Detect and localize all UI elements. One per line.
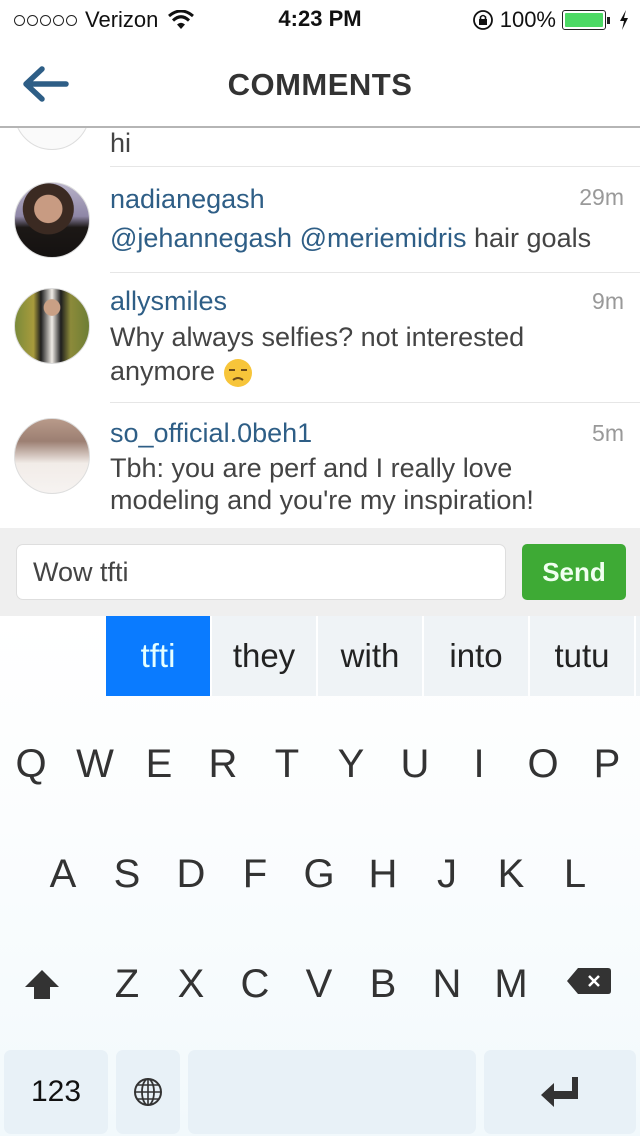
- key[interactable]: Q: [4, 734, 58, 794]
- key[interactable]: C: [228, 954, 282, 1014]
- comment-username[interactable]: nadianegash: [110, 184, 265, 215]
- key[interactable]: J: [420, 844, 474, 904]
- divider: [110, 402, 640, 403]
- key[interactable]: O: [516, 734, 570, 794]
- numbers-key[interactable]: 123: [4, 1050, 108, 1134]
- comment-text: @jehannegash @meriemidris hair goals: [110, 221, 630, 255]
- space-key[interactable]: [188, 1050, 476, 1134]
- send-button[interactable]: Send: [522, 544, 626, 600]
- comment-time: 5m: [592, 420, 624, 446]
- status-right: 100%: [472, 7, 630, 33]
- key[interactable]: Z: [100, 954, 154, 1014]
- avatar[interactable]: [14, 182, 90, 258]
- key[interactable]: R: [196, 734, 250, 794]
- key[interactable]: G: [292, 844, 346, 904]
- battery-percent: 100%: [499, 7, 556, 32]
- comment-composer: Send: [0, 528, 640, 616]
- key[interactable]: L: [548, 844, 602, 904]
- unamused-face-emoji: [223, 358, 252, 387]
- battery-fill: [565, 13, 603, 27]
- avatar[interactable]: [14, 418, 90, 494]
- mention-link[interactable]: @jehannegash: [110, 223, 292, 253]
- key[interactable]: D: [164, 844, 218, 904]
- backspace-icon: [567, 968, 611, 994]
- mention-link[interactable]: @meriemidris: [300, 223, 467, 253]
- status-bar: Verizon 4:23 PM 100%: [0, 0, 640, 40]
- comment-body-line: Why always selfies? not interested: [110, 322, 525, 352]
- key-row-1: Q W E R T Y U I O P: [0, 734, 640, 794]
- delete-key[interactable]: [566, 966, 616, 1006]
- comment-body-line: modeling and you're my inspiration!: [110, 485, 534, 515]
- key[interactable]: F: [228, 844, 282, 904]
- page-title: COMMENTS: [227, 67, 413, 102]
- key[interactable]: E: [132, 734, 186, 794]
- key[interactable]: T: [260, 734, 314, 794]
- key[interactable]: N: [420, 954, 474, 1014]
- avatar[interactable]: [14, 288, 90, 364]
- divider: [110, 166, 640, 167]
- key[interactable]: Y: [324, 734, 378, 794]
- shift-arrow-icon: [25, 970, 59, 999]
- suggestion-item[interactable]: into: [424, 616, 528, 696]
- comment-text: Why always selfies? not interested anymo…: [110, 320, 600, 388]
- key[interactable]: X: [164, 954, 218, 1014]
- divider: [110, 272, 640, 273]
- comment-input[interactable]: [16, 544, 506, 600]
- battery-icon: [562, 10, 610, 30]
- comment-body-line: Tbh: you are perf and I really love: [110, 453, 513, 483]
- comment-text: Tbh: you are perf and I really love mode…: [110, 452, 600, 516]
- comments-list[interactable]: hi nadianegash 29m @jehannegash @meriemi…: [0, 128, 640, 528]
- suggestion-item[interactable]: [636, 616, 640, 696]
- key[interactable]: H: [356, 844, 410, 904]
- return-key[interactable]: [484, 1050, 636, 1134]
- comment-body-line: anymore: [110, 356, 216, 386]
- key[interactable]: V: [292, 954, 346, 1014]
- key[interactable]: B: [356, 954, 410, 1014]
- comment-item: allysmiles 9m Why always selfies? not in…: [0, 272, 640, 402]
- rotation-lock-icon: [472, 10, 493, 30]
- key[interactable]: S: [100, 844, 154, 904]
- shift-key[interactable]: [22, 966, 76, 1006]
- key[interactable]: P: [580, 734, 634, 794]
- key[interactable]: M: [484, 954, 538, 1014]
- comment-body: hair goals: [474, 223, 592, 253]
- key-row-2: A S D F G H J K L: [0, 844, 640, 904]
- globe-key[interactable]: [116, 1050, 180, 1134]
- key-row-3: Z X C V B N M: [0, 954, 640, 1014]
- comment-item: hi: [0, 128, 640, 168]
- suggestion-bar: tfti they with into tutu: [0, 616, 640, 696]
- comment-time: 29m: [579, 184, 624, 210]
- key[interactable]: K: [484, 844, 538, 904]
- comment-text: hi: [110, 128, 132, 158]
- key[interactable]: W: [68, 734, 122, 794]
- suggestion-item[interactable]: tutu: [530, 616, 634, 696]
- comment-username[interactable]: so_official.0beh1: [110, 418, 312, 449]
- key[interactable]: U: [388, 734, 442, 794]
- suggestion-item[interactable]: with: [318, 616, 422, 696]
- key[interactable]: A: [36, 844, 90, 904]
- comment-username[interactable]: allysmiles: [110, 286, 227, 317]
- return-icon: [541, 1077, 578, 1107]
- charging-bolt-icon: [620, 10, 628, 30]
- suggestion-item[interactable]: they: [212, 616, 316, 696]
- navigation-bar: COMMENTS: [0, 40, 640, 128]
- comment-time: 9m: [592, 288, 624, 314]
- key[interactable]: I: [452, 734, 506, 794]
- keyboard: tfti they with into tutu Q W E R T Y U I…: [0, 616, 640, 1136]
- avatar[interactable]: [14, 128, 90, 150]
- globe-icon: [134, 1078, 162, 1106]
- comment-item: nadianegash 29m @jehannegash @meriemidri…: [0, 166, 640, 272]
- suggestion-item[interactable]: tfti: [106, 616, 210, 696]
- comment-item: so_official.0beh1 5m Tbh: you are perf a…: [0, 402, 640, 528]
